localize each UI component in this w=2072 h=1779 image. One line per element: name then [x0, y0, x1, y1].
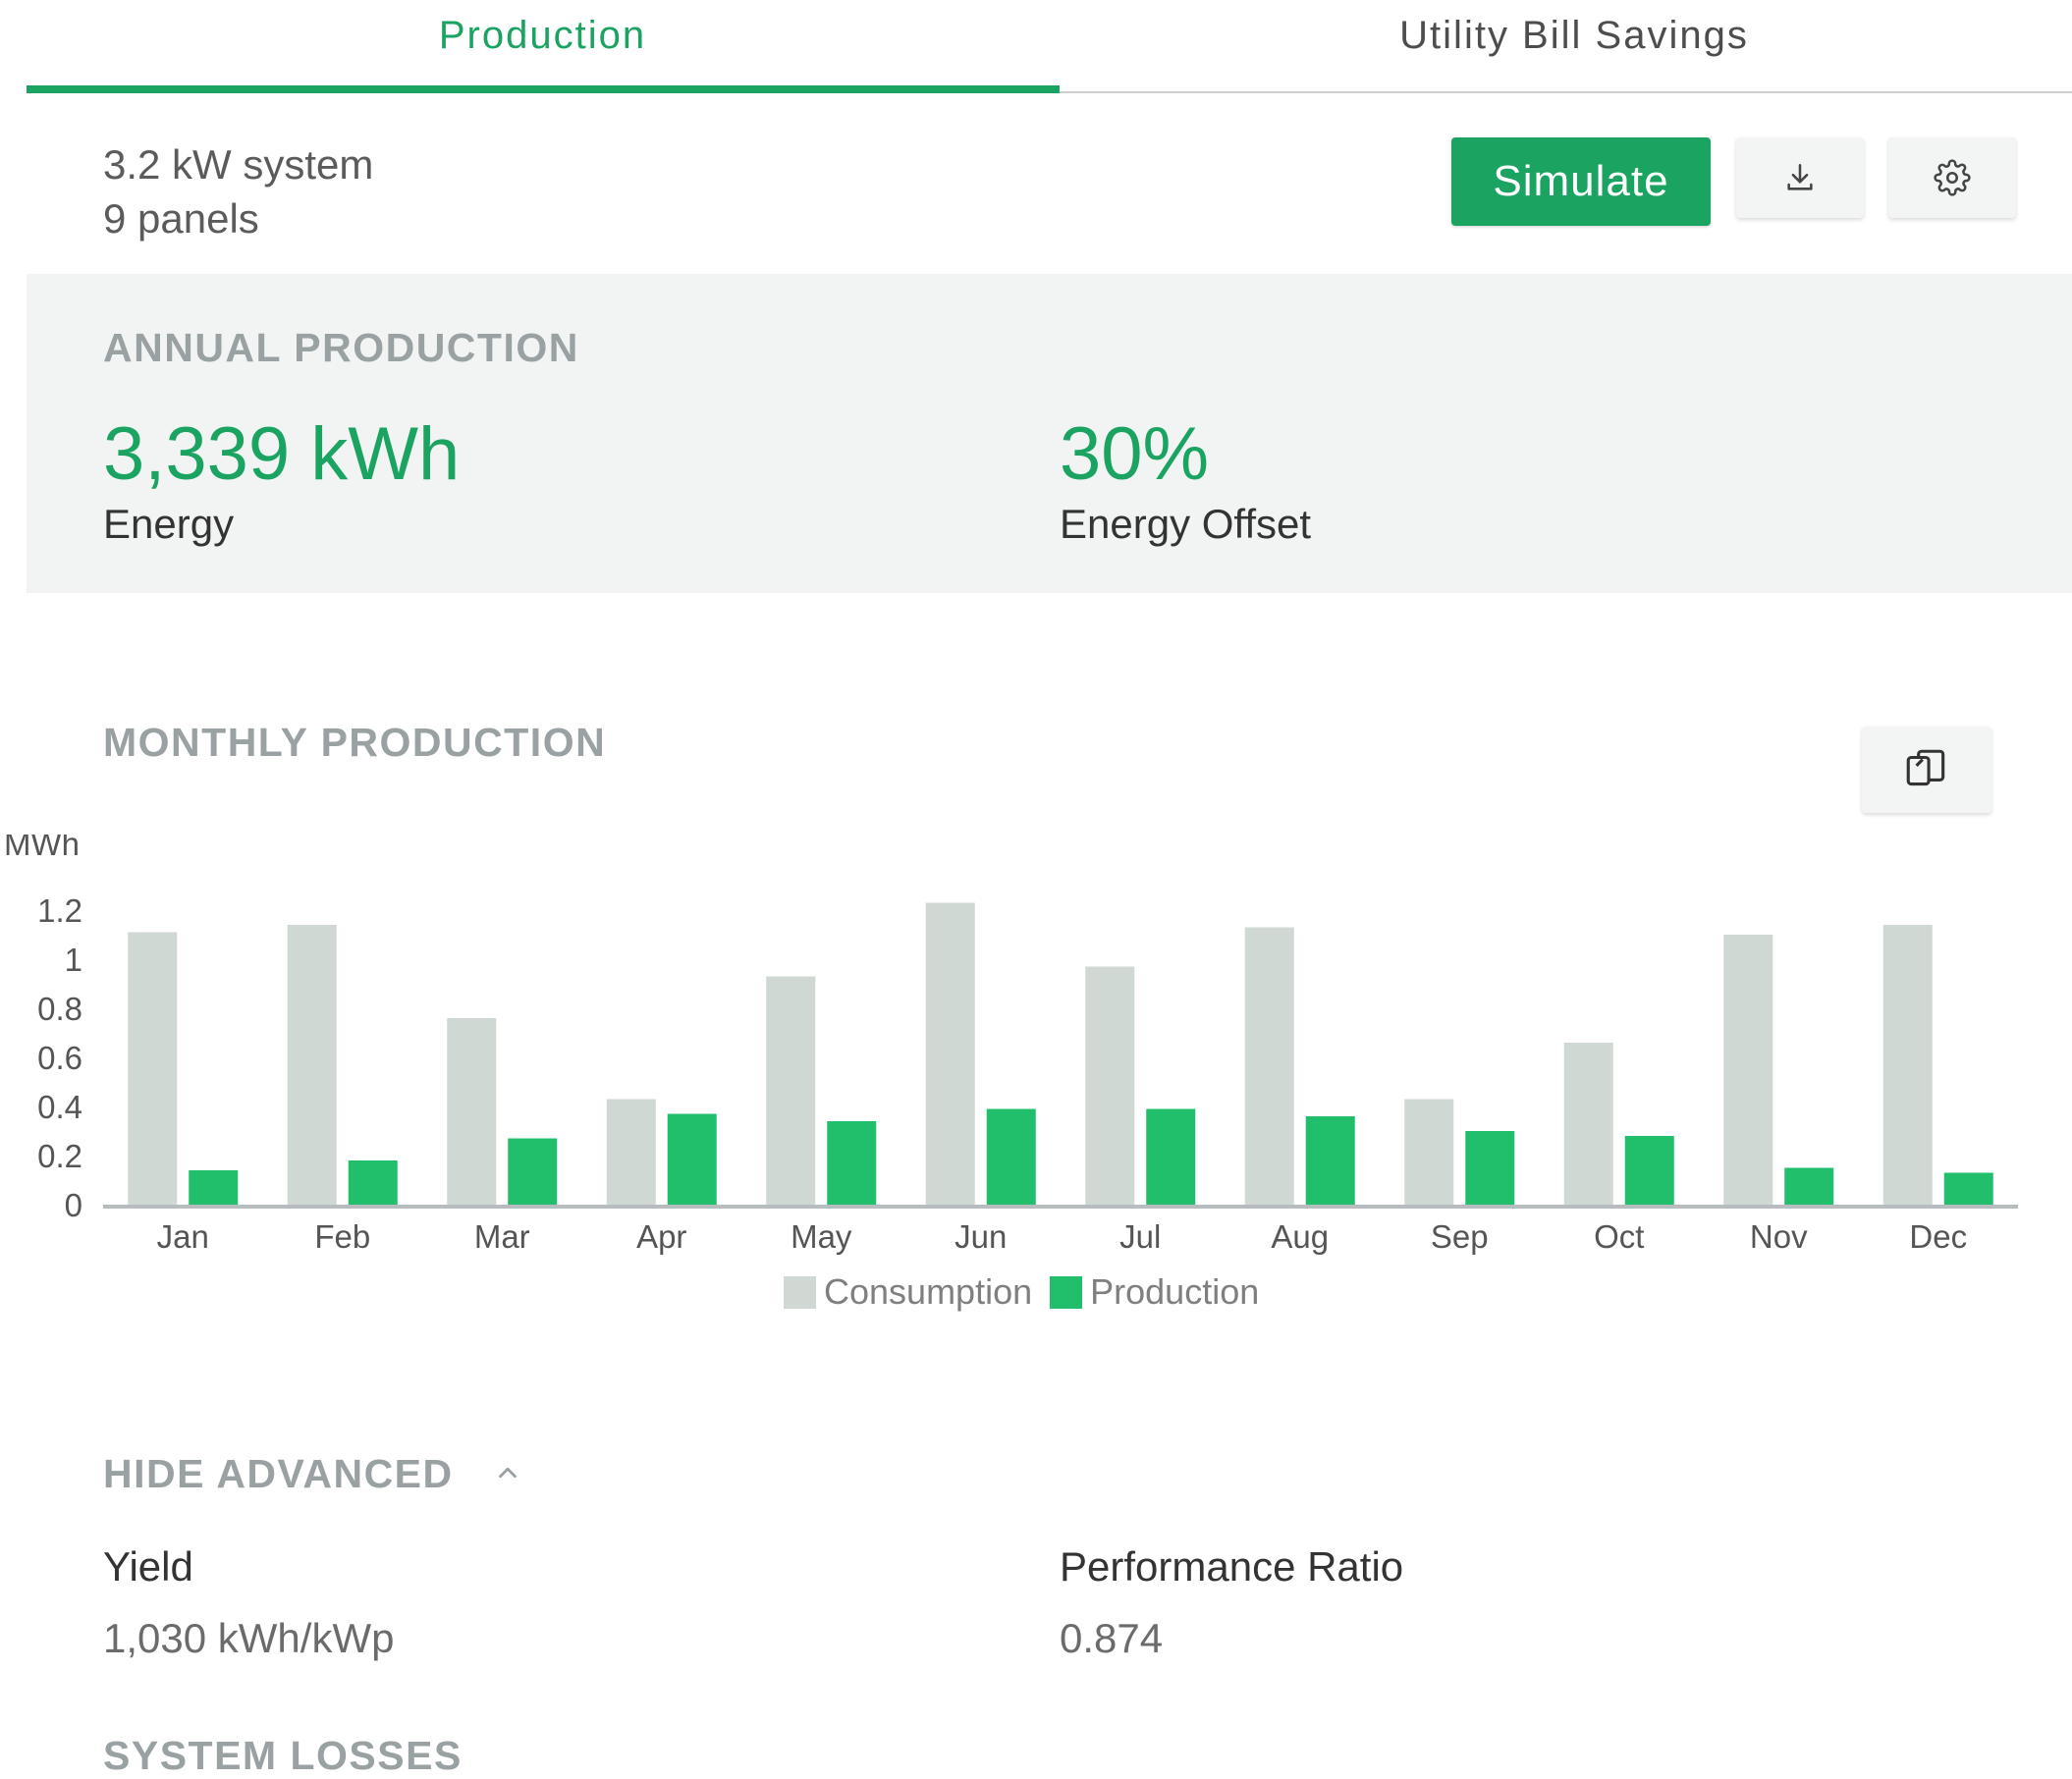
download-button[interactable]: [1736, 137, 1864, 218]
energy-offset-value: 30%: [1060, 412, 1210, 496]
settings-button[interactable]: [1888, 137, 2016, 218]
tab-production[interactable]: Production: [27, 0, 1059, 91]
y-axis-unit-label: MWh: [4, 835, 80, 862]
bar-consumption-feb: [287, 925, 337, 1205]
bar-consumption-jun: [925, 902, 975, 1205]
y-tick-label: 1.2: [37, 892, 82, 929]
bar-consumption-apr: [606, 1099, 656, 1205]
x-tick-label: Dec: [1909, 1218, 1967, 1255]
bar-consumption-jan: [128, 932, 178, 1205]
x-tick-label: Jul: [1119, 1218, 1161, 1255]
bar-consumption-may: [766, 976, 816, 1205]
energy-value: 3,339 kWh: [103, 412, 461, 496]
bar-production-nov: [1784, 1167, 1834, 1205]
bar-production-jun: [986, 1108, 1036, 1205]
bar-production-aug: [1305, 1116, 1355, 1205]
bar-consumption-mar: [447, 1018, 497, 1205]
y-tick-label: 0.4: [37, 1089, 82, 1125]
bar-production-sep: [1465, 1131, 1515, 1205]
system-info: 3.2 kW system 9 panels: [103, 137, 373, 245]
tab-bar: Production Utility Bill Savings: [27, 0, 2072, 93]
chevron-up-icon: [493, 1451, 522, 1497]
y-tick-label: 0: [65, 1187, 82, 1223]
monthly-production-title: MONTHLY PRODUCTION: [103, 720, 607, 765]
annual-production-panel: ANNUAL PRODUCTION 3,339 kWh Energy 30% E…: [27, 274, 2072, 593]
x-tick-label: May: [791, 1218, 852, 1255]
x-tick-label: Jun: [954, 1218, 1007, 1255]
panel-count: 9 panels: [103, 195, 259, 242]
bar-production-feb: [348, 1160, 398, 1205]
legend-production[interactable]: Production: [1050, 1271, 1259, 1313]
chart-legend: Consumption Production: [784, 1271, 1277, 1313]
tab-utility-bill-savings[interactable]: Utility Bill Savings: [1059, 0, 2072, 91]
bar-production-mar: [508, 1138, 558, 1205]
monthly-production-chart: MWh 0 0.2 0.4 0.6 0.8 1 1.2 Jan Feb Mar Apr May Jun Ju…: [4, 835, 2018, 1255]
bar-production-jan: [189, 1170, 239, 1205]
bar-production-oct: [1624, 1136, 1674, 1205]
simulate-button[interactable]: Simulate: [1451, 137, 1711, 226]
bar-consumption-oct: [1563, 1043, 1613, 1205]
y-tick-label: 0.6: [37, 1040, 82, 1076]
x-tick-label: Oct: [1594, 1218, 1644, 1255]
copy-icon: [1906, 749, 1945, 786]
annual-production-title: ANNUAL PRODUCTION: [103, 325, 579, 370]
legend-swatch-consumption: [784, 1275, 816, 1309]
bar-consumption-aug: [1244, 927, 1294, 1205]
x-tick-label: Mar: [474, 1218, 530, 1255]
yield-label: Yield: [103, 1543, 193, 1590]
hide-advanced-label: HIDE ADVANCED: [103, 1451, 454, 1496]
gear-icon: [1934, 159, 1971, 196]
bar-consumption-nov: [1723, 935, 1773, 1205]
bar-production-dec: [1943, 1172, 1993, 1205]
legend-swatch-production: [1050, 1275, 1083, 1309]
legend-label-consumption: Consumption: [824, 1271, 1033, 1312]
bar-production-may: [827, 1121, 877, 1205]
x-tick-label: Nov: [1750, 1218, 1808, 1255]
bar-consumption-dec: [1882, 925, 1933, 1205]
x-tick-label: Jan: [157, 1218, 209, 1255]
active-tab-indicator: [27, 85, 1060, 93]
download-icon: [1787, 163, 1813, 190]
y-tick-label: 0.2: [37, 1138, 82, 1174]
energy-offset-label: Energy Offset: [1060, 501, 1312, 547]
x-tick-label: Feb: [314, 1218, 370, 1255]
yield-value: 1,030 kWh/kWp: [103, 1615, 395, 1661]
hide-advanced-toggle[interactable]: HIDE ADVANCED: [103, 1451, 522, 1497]
x-tick-label: Sep: [1431, 1218, 1489, 1255]
x-tick-label: Apr: [636, 1218, 686, 1255]
bar-consumption-jul: [1085, 966, 1135, 1205]
x-tick-label: Aug: [1271, 1218, 1329, 1255]
y-tick-label: 1: [65, 942, 82, 978]
copy-chart-button[interactable]: [1862, 727, 1991, 813]
bar-consumption-sep: [1404, 1099, 1454, 1205]
bar-production-apr: [667, 1113, 717, 1205]
performance-ratio-value: 0.874: [1060, 1615, 1164, 1661]
bar-production-jul: [1146, 1108, 1196, 1205]
legend-consumption[interactable]: Consumption: [784, 1271, 1032, 1313]
energy-label: Energy: [103, 501, 235, 547]
y-tick-label: 0.8: [37, 991, 82, 1027]
performance-ratio-label: Performance Ratio: [1060, 1543, 1404, 1590]
system-losses-title: SYSTEM LOSSES: [103, 1733, 463, 1778]
system-size: 3.2 kW system: [103, 141, 374, 188]
legend-label-production: Production: [1090, 1271, 1260, 1312]
